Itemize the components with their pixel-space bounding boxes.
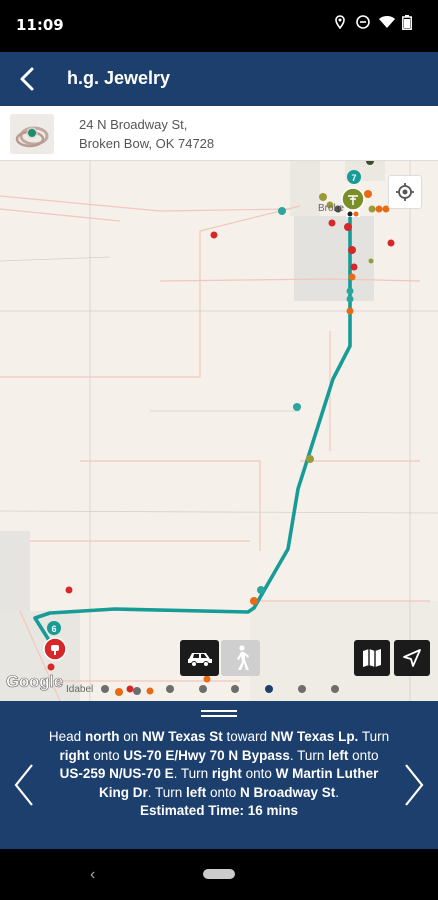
navigation-button[interactable] xyxy=(394,640,430,676)
map-icon xyxy=(363,649,381,667)
wifi-icon xyxy=(379,15,395,29)
minus-circle-icon xyxy=(356,15,370,29)
system-back-icon[interactable]: ‹ xyxy=(90,866,95,884)
system-home-pill[interactable] xyxy=(203,869,235,879)
battery-icon xyxy=(402,15,416,30)
dir-text-part: . Turn xyxy=(147,784,186,800)
directions-panel: Head north on NW Texas St toward NW Texa… xyxy=(0,701,438,849)
town-label-bottom: Idabel xyxy=(66,684,93,695)
google-logo: Google xyxy=(6,672,64,692)
back-button[interactable] xyxy=(14,64,44,94)
chevron-left-icon xyxy=(14,764,33,806)
dir-bold-part: N Broadway St xyxy=(240,784,336,800)
dir-text-part: onto xyxy=(348,747,379,763)
dir-text-part: Turn xyxy=(358,729,390,744)
app-bar: h.g. Jewelry xyxy=(0,52,438,106)
walk-icon xyxy=(236,645,249,670)
chevron-right-icon xyxy=(405,764,424,806)
status-time: 11:09 xyxy=(16,16,64,34)
map-view[interactable]: 7 6 Broke Idabel Google xyxy=(0,161,438,701)
dir-text-part: . Turn xyxy=(173,766,212,781)
map-canvas: 7 6 Broke Idabel xyxy=(0,161,438,701)
status-bar: 11:09 xyxy=(0,0,438,52)
dir-bold-part: right xyxy=(211,766,242,781)
navigation-icon xyxy=(403,649,421,667)
back-arrow-icon xyxy=(20,67,34,91)
town-label-top: Broke xyxy=(318,203,345,214)
car-icon xyxy=(187,653,212,667)
dir-text-part: onto xyxy=(206,784,240,800)
store-address: 24 N Broadway St, Broken Bow, OK 74728 xyxy=(79,115,214,153)
system-nav-bar: ‹ xyxy=(0,849,438,900)
dir-text-part: Head xyxy=(48,729,85,744)
directions-text: Head north on NW Texas St toward NW Texa… xyxy=(48,728,390,821)
dir-bold-part: US-70 E/Hwy 70 N Bypass xyxy=(123,747,290,763)
drag-handle[interactable] xyxy=(201,710,237,720)
dir-text-part: onto xyxy=(89,747,124,763)
next-step-button[interactable] xyxy=(402,763,426,807)
marker-top-label: 7 xyxy=(351,173,356,183)
walking-mode-button[interactable] xyxy=(221,640,260,676)
dir-text-part: onto xyxy=(241,766,276,781)
driving-mode-button[interactable] xyxy=(180,640,219,676)
address-line-2: Broken Bow, OK 74728 xyxy=(79,136,215,151)
dir-text-part: on xyxy=(119,729,142,744)
dir-bold-part: NW Texas St xyxy=(141,729,223,744)
dir-text-part: . Turn xyxy=(289,747,329,763)
dir-bold-part: right xyxy=(59,747,90,763)
my-location-button[interactable] xyxy=(388,175,422,209)
ring-thumbnail xyxy=(10,114,54,154)
status-icons xyxy=(333,15,416,30)
store-card[interactable]: 24 N Broadway St, Broken Bow, OK 74728 xyxy=(0,106,438,161)
previous-step-button[interactable] xyxy=(12,763,36,807)
my-location-icon xyxy=(396,183,414,201)
estimated-time: Estimated Time: 16 mins xyxy=(139,803,299,818)
dir-bold-part: NW Texas Lp. xyxy=(270,729,359,744)
dir-bold-part: north xyxy=(84,729,120,744)
page-title: h.g. Jewelry xyxy=(67,68,171,88)
map-type-button[interactable] xyxy=(354,640,390,676)
dir-text-part: . xyxy=(335,784,340,800)
dir-text-part: toward xyxy=(222,729,271,744)
marker-bottom-label: 6 xyxy=(51,624,56,634)
dir-bold-part: left xyxy=(328,747,349,763)
dir-bold-part: left xyxy=(185,784,207,800)
dir-bold-part: US-259 N/US-70 E xyxy=(59,766,174,781)
address-line-1: 24 N Broadway St, xyxy=(79,117,188,132)
location-icon xyxy=(333,15,347,30)
